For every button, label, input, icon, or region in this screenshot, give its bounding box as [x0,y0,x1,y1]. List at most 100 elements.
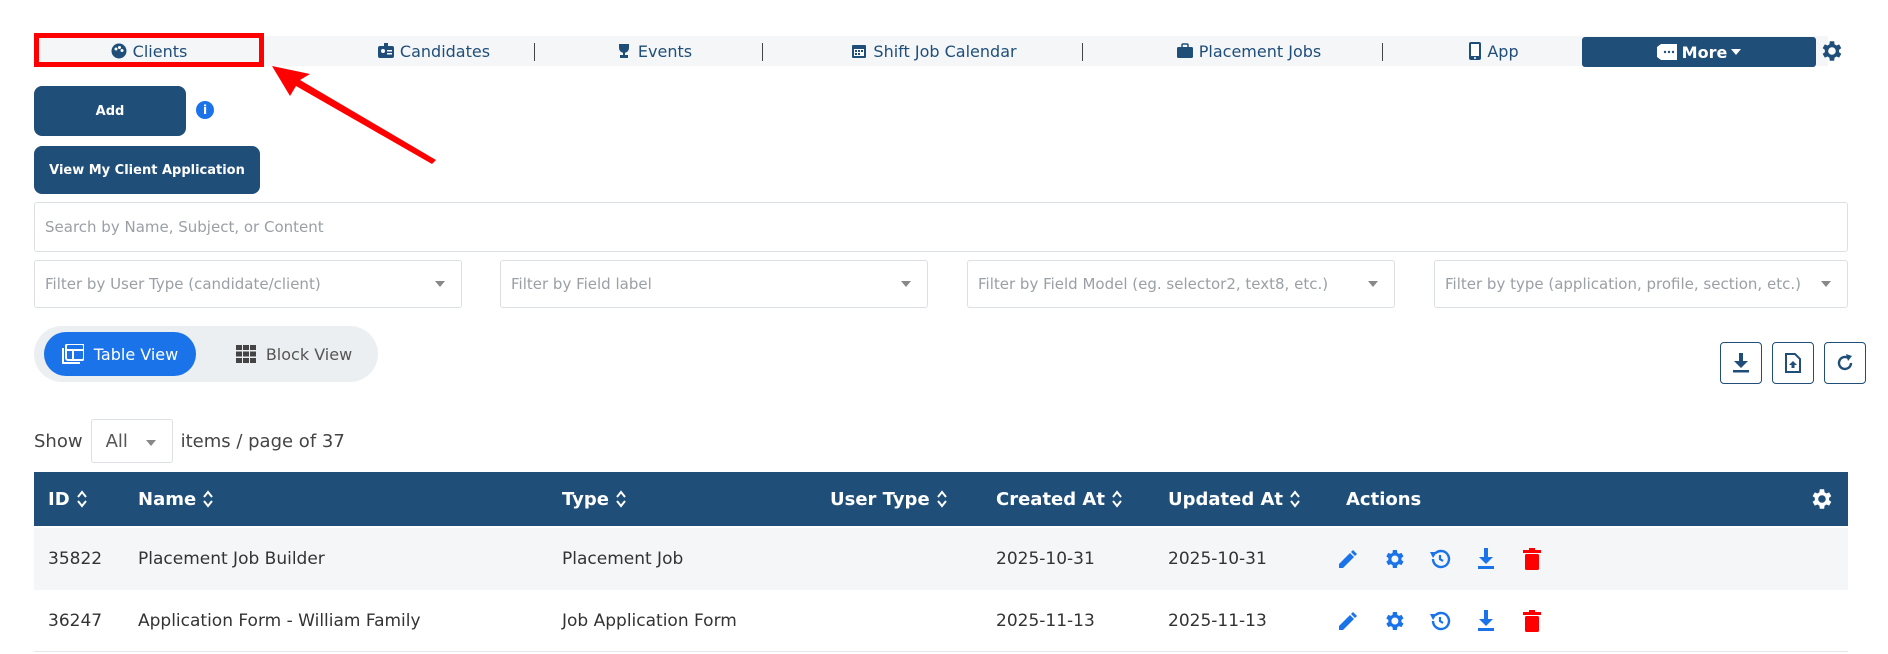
info-icon[interactable]: i [196,101,214,119]
view-toggle: Table View Block View [34,326,378,382]
filter-type-select[interactable]: Filter by type (application, profile, se… [1434,260,1848,308]
more-label: More [1681,42,1728,62]
caret-down-icon [901,281,911,287]
annotation-arrow [272,66,436,164]
cell-name: Placement Job Builder [138,549,325,569]
column-label: Updated At [1168,488,1284,510]
table-header: ID Name Type User Type Created At Update… [34,472,1848,526]
cell-id: 35822 [48,549,103,569]
nav-divider [534,43,535,61]
column-header-created-at[interactable]: Created At [996,472,1123,526]
caret-down-icon [435,281,445,287]
page-size-select[interactable]: All [90,419,173,463]
nav-item-shift-job-calendar[interactable]: Shift Job Calendar [814,36,1054,66]
column-header-updated-at[interactable]: Updated At [1168,472,1301,526]
filter-field-label-select[interactable]: Filter by Field label [500,260,928,308]
caret-down-icon [1368,281,1378,287]
settings-gear-icon[interactable] [1818,38,1844,64]
nav-item-events[interactable]: Events [574,36,734,66]
cell-created-at: 2025-10-31 [996,549,1095,569]
search-input[interactable]: Search by Name, Subject, or Content [34,202,1848,252]
id-badge-icon [377,43,394,59]
refresh-button[interactable] [1824,342,1866,384]
filter-placeholder: Filter by User Type (candidate/client) [45,275,321,293]
sort-icon [1111,489,1123,509]
sort-icon [76,489,88,509]
cell-updated-at: 2025-11-13 [1168,611,1267,631]
column-label: Name [138,488,197,510]
settings-gear-icon[interactable] [1382,547,1406,571]
column-header-name[interactable]: Name [138,472,214,526]
download-button[interactable] [1720,342,1762,384]
grid-icon [235,345,256,363]
refresh-icon [1835,353,1855,373]
table-row: 35822 Placement Job Builder Placement Jo… [34,528,1848,590]
sort-icon [615,489,627,509]
settings-gear-icon[interactable] [1382,609,1406,633]
block-view-label: Block View [265,344,353,364]
table-view-button[interactable]: Table View [44,332,196,376]
add-label: Add [95,103,125,119]
nav-divider [1082,43,1083,61]
table-view-label: Table View [93,344,179,364]
download-icon[interactable] [1474,547,1498,571]
history-icon[interactable] [1428,547,1452,571]
cell-updated-at: 2025-10-31 [1168,549,1267,569]
nav-item-app[interactable]: App [1434,36,1554,66]
column-header-id[interactable]: ID [48,472,88,526]
table-icon [61,344,84,364]
nav-item-placement-jobs[interactable]: Placement Jobs [1134,36,1364,66]
sort-icon [936,489,948,509]
highlight-box [34,33,264,67]
column-header-type[interactable]: Type [562,472,627,526]
add-button[interactable]: Add [34,86,186,136]
column-label: Actions [1346,488,1422,510]
column-header-user-type[interactable]: User Type [830,472,948,526]
column-label: Created At [996,488,1105,510]
cell-id: 36247 [48,611,103,631]
edit-pencil-icon[interactable] [1336,609,1360,633]
tag-icon [1656,44,1677,60]
history-icon[interactable] [1428,609,1452,633]
nav-label: Events [637,41,693,61]
sort-icon [1289,489,1301,509]
cell-type: Placement Job [562,549,684,569]
caret-down-icon [145,440,156,446]
show-label: Show [34,430,83,452]
cell-created-at: 2025-11-13 [996,611,1095,631]
page-size-value: All [105,430,128,452]
cell-type: Job Application Form [562,611,737,631]
view-client-application-button[interactable]: View My Client Application [34,146,260,194]
caret-down-icon [1731,49,1742,55]
upload-file-button[interactable] [1772,342,1814,384]
trophy-icon [616,43,632,59]
table-row: 36247 Application Form - William Family … [34,590,1848,652]
nav-item-candidates[interactable]: Candidates [334,36,534,66]
sort-icon [202,489,214,509]
nav-label: App [1487,41,1519,61]
pagination-row: Show All items / page of 37 [34,418,345,464]
more-button[interactable]: More [1582,37,1816,67]
briefcase-icon [1176,43,1193,59]
block-view-button[interactable]: Block View [224,332,364,376]
row-actions [1336,528,1544,590]
pagination-suffix: items / page of 37 [180,430,345,452]
search-placeholder: Search by Name, Subject, or Content [45,218,324,236]
mobile-icon [1469,42,1482,60]
filter-placeholder: Filter by Field label [511,275,652,293]
delete-trash-icon[interactable] [1520,547,1544,571]
filter-field-model-select[interactable]: Filter by Field Model (eg. selector2, te… [967,260,1395,308]
column-header-actions: Actions [1346,472,1421,526]
view-app-label: View My Client Application [49,162,245,178]
delete-trash-icon[interactable] [1520,609,1544,633]
edit-pencil-icon[interactable] [1336,547,1360,571]
table-settings-gear-icon[interactable] [1808,486,1834,512]
nav-label: Placement Jobs [1198,41,1322,61]
cell-name: Application Form - William Family [138,611,421,631]
filter-placeholder: Filter by Field Model (eg. selector2, te… [978,275,1329,293]
nav-divider [1382,43,1383,61]
filter-user-type-select[interactable]: Filter by User Type (candidate/client) [34,260,462,308]
column-label: User Type [830,488,930,510]
download-icon[interactable] [1474,609,1498,633]
row-actions [1336,590,1544,652]
